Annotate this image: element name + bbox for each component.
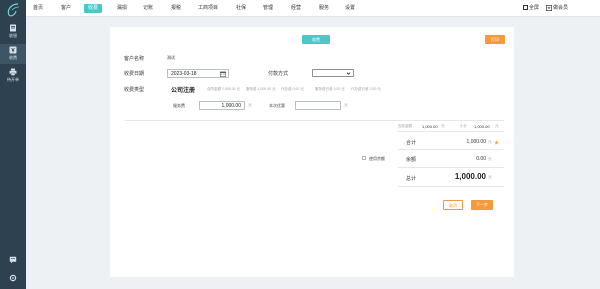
fee-form-card: 收费 打印 客户名称 测试 收费日期 2023-03-18 付款方式 收费类型 … (110, 27, 514, 277)
nav-social-security[interactable]: 社保 (236, 5, 246, 12)
total-unit: 元 (488, 140, 492, 144)
nav-service[interactable]: 服务 (319, 5, 329, 12)
discount-label: 本次优惠 (269, 103, 285, 108)
settings-icon (9, 274, 17, 282)
discount-unit: 元 (344, 103, 348, 107)
nav-business-projects[interactable]: 工商项目 (198, 5, 218, 12)
nav-customer[interactable]: 客户 (61, 5, 71, 12)
sidebar-item-cashier[interactable]: 收银 (0, 22, 26, 42)
printer-icon (9, 68, 17, 76)
receivable-unit: 元 (441, 124, 445, 128)
member-button[interactable]: 做会员 (546, 4, 568, 11)
contract-amount-note: 合同金额 1,000.00 元 (207, 87, 241, 91)
print-button[interactable]: 打印 (485, 35, 505, 44)
fullscreen-label: 全屏 (529, 5, 540, 11)
grand-total-divider (398, 186, 504, 187)
fee-icon (9, 46, 17, 54)
customer-label: 客户名称 (124, 56, 145, 62)
subtotal-unit: 元 (495, 124, 499, 128)
subtotal-label: 小计 (460, 124, 467, 128)
balance-unit: 元 (488, 157, 492, 161)
top-navigation: 首页 客户 收费 漏损 记账 报税 工商项目 社保 管理 经营 服务 设置 全屏… (26, 0, 600, 17)
summary-divider-top (124, 120, 504, 121)
service-fee-input[interactable]: 1,000.00 (199, 101, 245, 110)
nav-settings[interactable]: 设置 (345, 5, 355, 12)
payment-label: 付款方式 (268, 71, 289, 77)
sidebar-item-fee[interactable]: 收费 (0, 44, 26, 64)
total-divider (398, 149, 504, 150)
date-input[interactable]: 2023-03-18 (167, 69, 229, 78)
date-value: 2023-03-18 (171, 71, 197, 77)
nav-loss[interactable]: 漏损 (117, 5, 127, 12)
nav-fee[interactable]: 收费 (84, 4, 103, 13)
balance-label: 余额 (406, 157, 417, 163)
cancel-button[interactable]: 取消 (443, 200, 463, 210)
service-fee-label: 服务费 (173, 103, 185, 108)
agency-fee-received-note: 代办费已收 0.00 元 (351, 87, 381, 91)
member-label: 做会员 (553, 5, 569, 11)
balance-value: 0.00 (476, 156, 486, 162)
subtotal-value: 1,000.00 (474, 124, 490, 129)
receivable-label: 应收金额 (398, 124, 412, 128)
total-label: 合计 (406, 140, 417, 146)
payment-select[interactable] (312, 69, 354, 77)
use-balance-checkbox[interactable] (362, 156, 366, 160)
nav-bookkeeping[interactable]: 记账 (143, 5, 153, 12)
fullscreen-button[interactable]: 全屏 (523, 4, 539, 11)
customer-value: 测试 (167, 55, 175, 60)
message-button[interactable] (0, 256, 26, 266)
service-fee-note: 服务费 1,000.00 元 (246, 87, 276, 91)
receipt-icon (10, 24, 16, 32)
grand-total-label: 总计 (406, 176, 417, 182)
fullscreen-icon (523, 5, 528, 10)
total-value: 1,000.00 (466, 139, 486, 145)
nav-management[interactable]: 管理 (263, 5, 273, 12)
use-balance-label: 使用余额 (369, 156, 385, 161)
nav-tax[interactable]: 报税 (171, 5, 181, 12)
nav-home[interactable]: 首页 (33, 5, 43, 12)
next-step-button[interactable]: 下一步 (471, 200, 493, 210)
member-icon (546, 4, 552, 11)
summary-divider (398, 131, 504, 132)
sidebar-item-pending[interactable]: 待开单 (0, 66, 26, 86)
form-title: 收费 (302, 35, 330, 44)
calendar-icon[interactable] (220, 71, 226, 77)
date-label: 收费日期 (124, 71, 145, 77)
logo-icon (7, 3, 20, 17)
service-fee-unit: 元 (248, 103, 252, 107)
grand-total-value: 1,000.00 (454, 172, 486, 181)
agency-fee-note: 代办费 0.00 元 (281, 87, 304, 91)
chevron-down-icon (346, 72, 351, 75)
fee-type-label: 收费类型 (124, 87, 145, 93)
sidebar-item-label: 待开单 (7, 77, 19, 82)
sidebar-item-label: 收银 (9, 33, 17, 38)
grand-total-unit: 元 (488, 175, 492, 179)
balance-divider (398, 167, 504, 168)
receivable-value: 1,000.00 (422, 124, 438, 129)
service-fee-received-note: 服务费已收 0.00 元 (315, 87, 345, 91)
discount-input[interactable] (295, 101, 341, 110)
sidebar-item-label: 收费 (9, 55, 17, 60)
nav-operation[interactable]: 经营 (291, 5, 301, 12)
star-icon (494, 140, 499, 145)
sidebar: 收银 收费 待开单 (0, 0, 26, 289)
settings-button[interactable] (0, 274, 26, 284)
fee-type-value: 公司注册 (171, 88, 196, 94)
message-icon (9, 256, 17, 264)
